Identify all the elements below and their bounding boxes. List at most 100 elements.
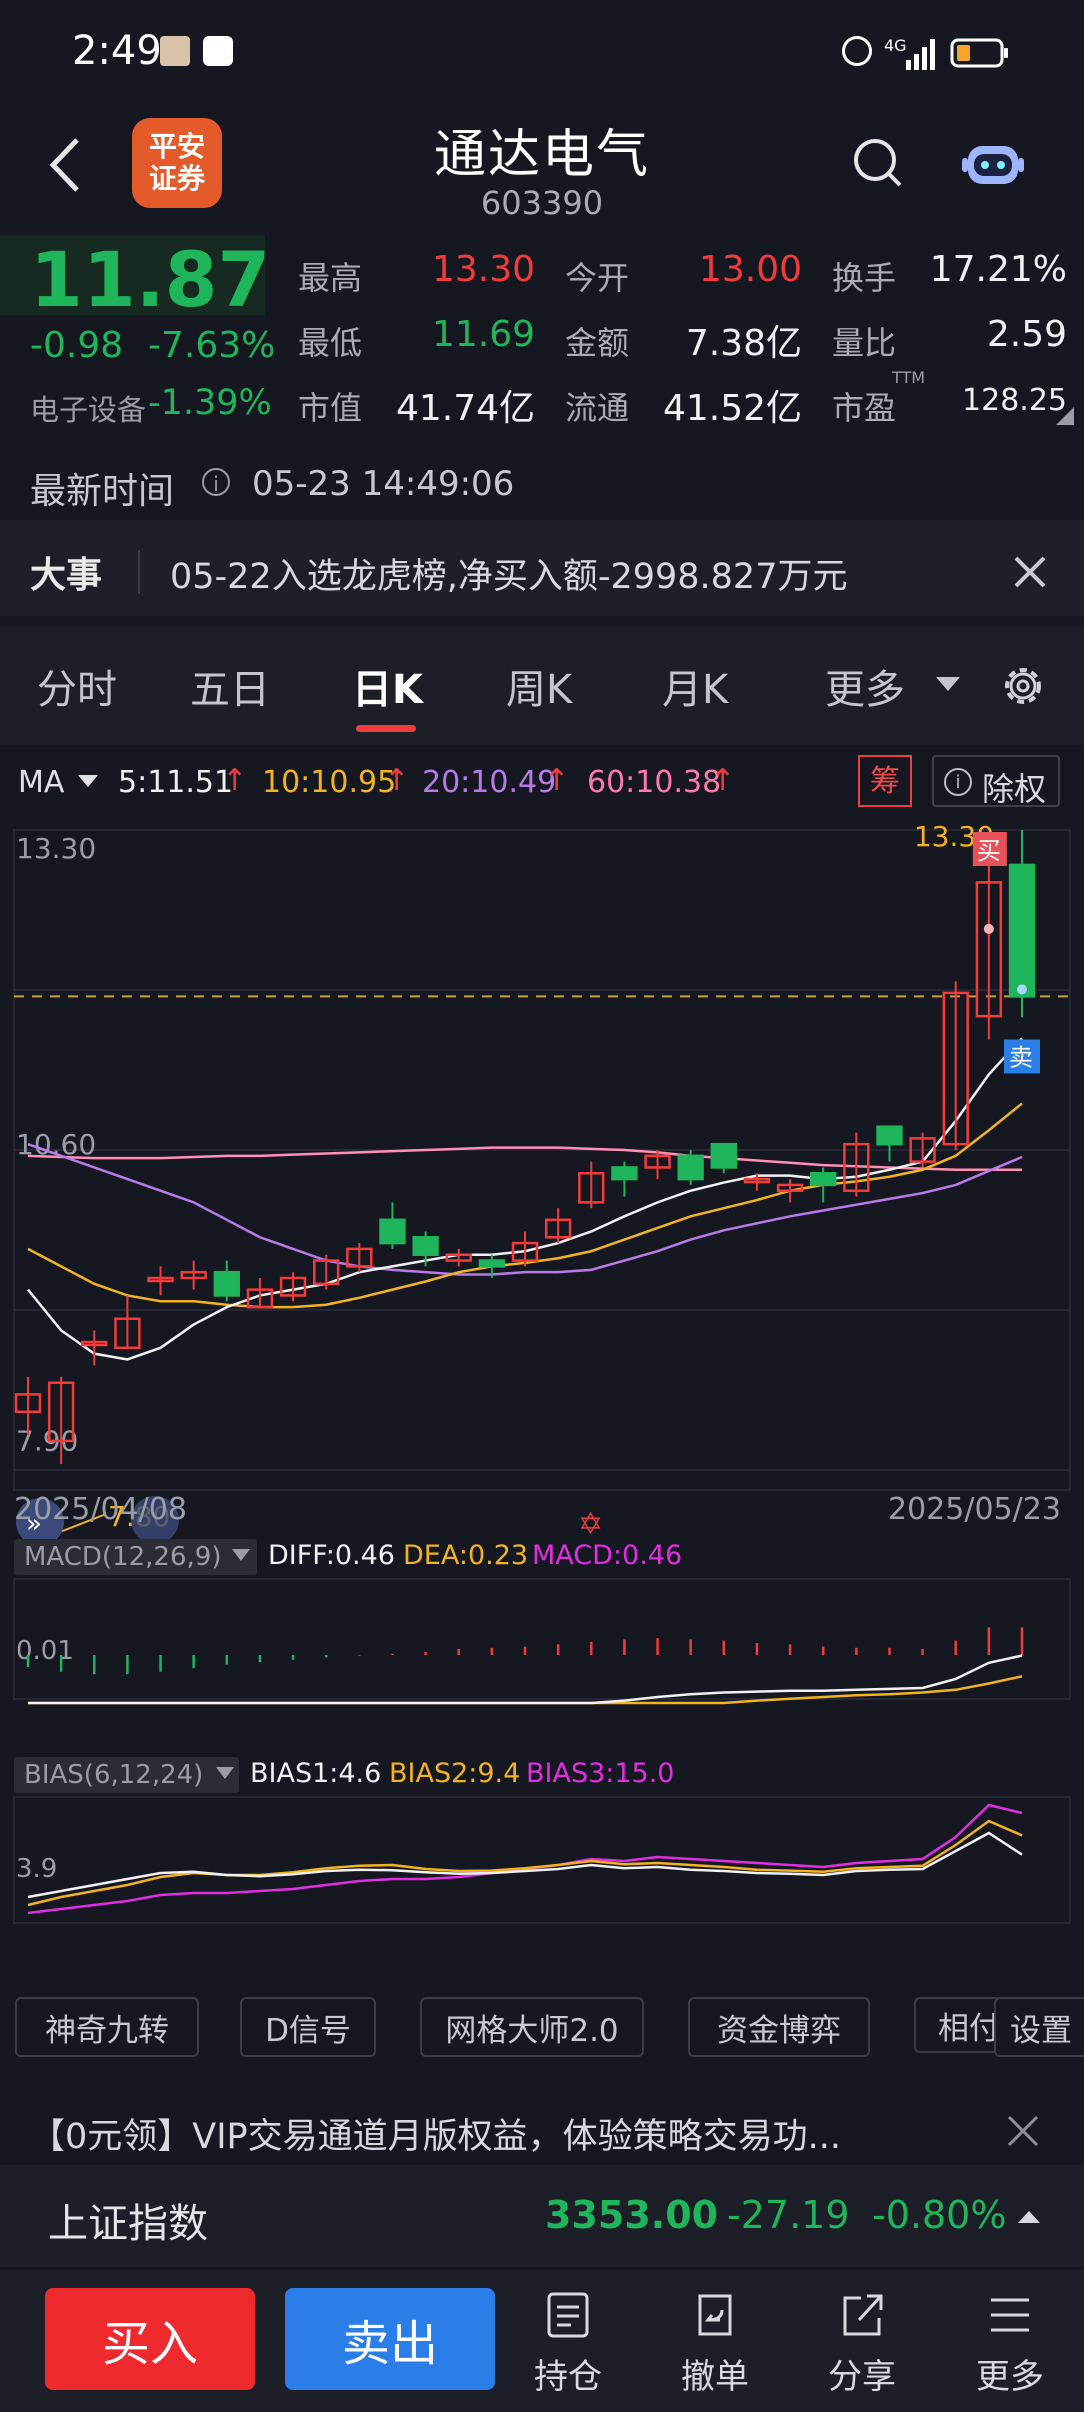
date-end: 2025/05/23	[888, 1492, 1061, 1527]
ma-label[interactable]: MA	[18, 765, 64, 800]
candle-down	[412, 1236, 439, 1256]
search-icon[interactable]	[850, 135, 906, 191]
news-text[interactable]: 05-22入选龙虎榜,净买入额-2998.827万元	[170, 548, 847, 599]
volume-ratio-value: 2.59	[986, 314, 1067, 355]
candle-down	[810, 1172, 837, 1187]
current-price: 11.87	[30, 235, 271, 324]
sell-point-dot	[1017, 984, 1027, 995]
buy-signal-label: 买	[977, 837, 1001, 865]
float-cap-label: 流通	[565, 389, 630, 427]
chart-area[interactable]: MA 5:11.51 ↑ 10:10.95 ↑ 20:10.49 ↑ 60:10…	[0, 745, 1084, 2080]
macd-frame	[13, 1578, 1071, 1700]
low-value: 11.69	[431, 314, 535, 355]
kline-chart[interactable]: 13.3010.607.9013.30买卖7.80»✡	[0, 820, 1084, 1560]
index-pct: -0.80%	[872, 2193, 1007, 2237]
ma60-arrow-icon: ↑	[710, 763, 736, 798]
macd-value: MACD:0.46	[532, 1540, 683, 1571]
date-start: 2025/04/08	[14, 1492, 187, 1527]
more-button[interactable]: 更多	[960, 2290, 1060, 2398]
buy-button[interactable]: 买入	[45, 2288, 255, 2390]
signal-icon	[906, 39, 935, 70]
candle-down	[379, 1218, 406, 1245]
chip-button[interactable]: 筹	[858, 755, 912, 807]
notification-icon	[203, 36, 233, 66]
tab-monthly-k[interactable]: 月K	[662, 657, 728, 715]
stock-name: 通达电气	[433, 125, 650, 185]
cancel-order-label: 撤单	[681, 2357, 749, 2397]
promo-close-icon[interactable]	[1006, 2114, 1040, 2148]
news-bar[interactable]: 大事 05-22入选龙虎榜,净买入额-2998.827万元	[0, 520, 1084, 618]
share-icon	[843, 2294, 883, 2336]
bias3-line	[27, 1803, 1023, 1915]
period-tabs: 分时 五日 日K 周K 月K 更多	[0, 625, 1084, 745]
buy-point-dot	[983, 923, 994, 934]
pe-value: 128.25	[962, 383, 1067, 418]
bias-label[interactable]: BIAS(6,12,24)	[14, 1757, 239, 1793]
gear-icon[interactable]	[998, 661, 1048, 711]
tab-intraday[interactable]: 分时	[37, 657, 117, 715]
avatar-icon	[160, 36, 190, 66]
index-name: 上证指数	[48, 2201, 208, 2247]
index-value: 3353.00	[545, 2193, 719, 2237]
candle-down	[213, 1270, 240, 1297]
sector-name[interactable]: 电子设备	[30, 387, 146, 429]
cancel-order-button[interactable]: 撤单	[665, 2290, 765, 2398]
latest-time-value: 05-23 14:49:06	[252, 464, 515, 504]
news-tag: 大事	[30, 555, 103, 596]
stock-code: 603390	[480, 184, 604, 222]
tab-five-day[interactable]: 五日	[190, 657, 270, 715]
active-tab-indicator	[356, 725, 416, 732]
status-bar: 2:49 4G	[0, 0, 1084, 110]
tab-more[interactable]: 更多	[825, 657, 905, 715]
chevron-up-icon[interactable]	[1018, 2209, 1040, 2223]
ma-dropdown-icon[interactable]	[78, 775, 98, 789]
hold-button[interactable]: 持仓	[518, 2290, 618, 2398]
robot-assistant-icon[interactable]	[962, 138, 1024, 188]
macd-label[interactable]: MACD(12,26,9)	[14, 1539, 257, 1575]
turnover-label: 换手	[832, 259, 897, 297]
bias1-line	[27, 1831, 1023, 1899]
alarm-icon	[842, 36, 872, 66]
tool-fund-game-button[interactable]: 资金博弈	[688, 1997, 870, 2057]
candle-down	[611, 1166, 638, 1181]
amount-value: 7.38亿	[685, 323, 802, 364]
volume-ratio-label: 量比	[832, 324, 897, 362]
latest-time-row: 最新时间 i 05-23 14:49:06	[0, 440, 1084, 520]
hold-icon	[547, 2292, 589, 2338]
cancel-order-icon	[698, 2294, 732, 2336]
index-change: -27.19	[727, 2193, 850, 2237]
tool-settings-button[interactable]: 设置	[994, 1997, 1084, 2057]
promo-text[interactable]: 【0元领】VIP交易通道月版权益，体验策略交易功...	[30, 2108, 841, 2159]
share-button[interactable]: 分享	[812, 2290, 912, 2398]
candle-down	[876, 1125, 903, 1146]
macd-dea: DEA:0.23	[403, 1540, 529, 1571]
tab-weekly-k[interactable]: 周K	[506, 657, 572, 715]
turnover-value: 17.21%	[929, 249, 1067, 290]
macd-chart[interactable]: 0.01	[0, 1575, 1084, 1705]
price-change-pct: -7.63%	[148, 325, 276, 366]
index-bar[interactable]: 上证指数 3353.00 -27.19 -0.80%	[0, 2165, 1084, 2267]
event-star-icon: ✡	[578, 1507, 603, 1542]
close-icon[interactable]	[1012, 554, 1048, 590]
adjust-info-icon: i	[944, 768, 972, 796]
tool-nine-turn-button[interactable]: 神奇九转	[15, 1997, 199, 2057]
info-icon[interactable]: i	[202, 468, 230, 496]
sell-button[interactable]: 卖出	[285, 2288, 495, 2390]
candle-down	[710, 1142, 737, 1169]
battery-icon	[950, 38, 1008, 68]
promo-banner[interactable]: 【0元领】VIP交易通道月版权益，体验策略交易功...	[0, 2078, 1084, 2178]
tool-d-signal-button[interactable]: D信号	[240, 1997, 376, 2057]
adjust-button[interactable]: i 除权	[932, 755, 1060, 808]
tab-daily-k[interactable]: 日K	[352, 657, 423, 715]
low-label: 最低	[298, 324, 363, 362]
bias-chart[interactable]: 3.9	[0, 1793, 1084, 1928]
chevron-down-icon[interactable]	[936, 677, 960, 693]
menu-icon	[991, 2298, 1029, 2332]
pe-ttm-label: TTM	[892, 368, 926, 387]
ma10-arrow-icon: ↑	[384, 763, 410, 798]
open-label: 今开	[565, 259, 630, 297]
sector-change-pct[interactable]: -1.39%	[148, 383, 272, 423]
ma20-value: 20:10.49	[422, 765, 557, 800]
tool-grid-master-button[interactable]: 网格大师2.0	[420, 1997, 644, 2057]
expand-corner-icon[interactable]	[1056, 407, 1074, 425]
